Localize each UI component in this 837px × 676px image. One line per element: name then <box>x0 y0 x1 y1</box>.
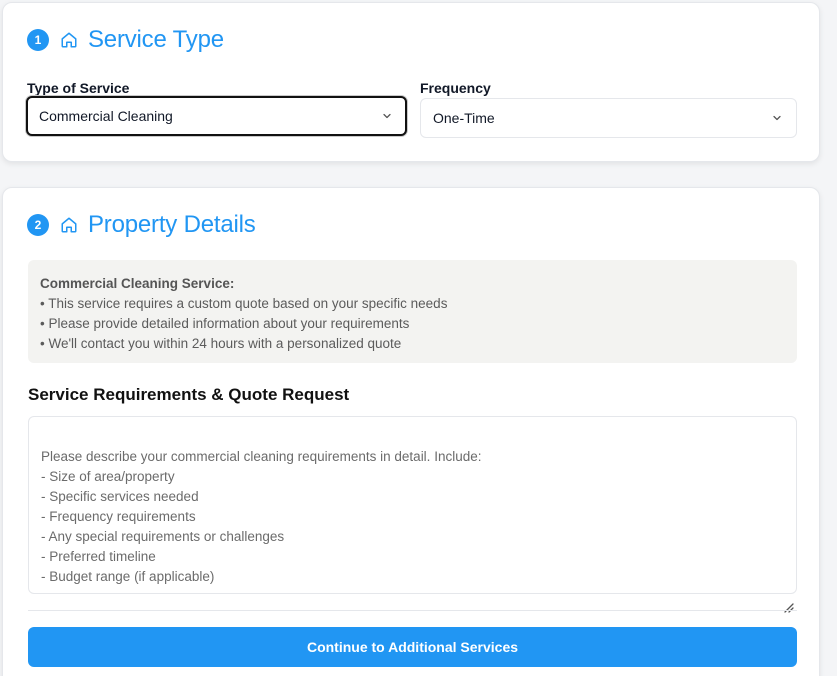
frequency-value: One-Time <box>433 110 495 126</box>
section-title: Service Type <box>88 26 224 53</box>
home-icon <box>59 215 79 235</box>
info-line: • This service requires a custom quote b… <box>40 296 448 311</box>
type-of-service-label: Type of Service <box>27 80 130 96</box>
service-type-header: 1 Service Type <box>27 25 224 55</box>
requirements-heading: Service Requirements & Quote Request <box>28 385 350 404</box>
commercial-info-box: Commercial Cleaning Service: • This serv… <box>28 260 797 363</box>
frequency-select[interactable]: One-Time <box>420 98 797 138</box>
info-line: • We'll contact you within 24 hours with… <box>40 336 402 351</box>
continue-button[interactable]: Continue to Additional Services <box>28 627 797 667</box>
section-title: Property Details <box>88 211 256 238</box>
frequency-label: Frequency <box>420 80 491 96</box>
chevron-down-icon <box>380 109 394 123</box>
info-title: Commercial Cleaning Service: <box>40 276 235 291</box>
step-badge: 2 <box>27 214 49 236</box>
type-of-service-select[interactable]: Commercial Cleaning <box>26 96 407 136</box>
type-of-service-value: Commercial Cleaning <box>39 108 173 124</box>
info-line: • Please provide detailed information ab… <box>40 316 410 331</box>
divider <box>28 610 797 611</box>
service-type-card: 1 Service Type Type of Service Commercia… <box>2 2 820 162</box>
booking-form-page: 1 Service Type Type of Service Commercia… <box>0 0 837 676</box>
property-details-card: 2 Property Details Commercial Cleaning S… <box>2 187 820 676</box>
property-details-header: 2 Property Details <box>27 210 256 240</box>
resize-handle-icon[interactable] <box>782 579 794 613</box>
home-icon <box>59 30 79 50</box>
chevron-down-icon <box>770 111 784 125</box>
textarea-placeholder: Please describe your commercial cleaning… <box>41 449 482 584</box>
requirements-textarea[interactable]: Please describe your commercial cleaning… <box>28 416 797 613</box>
step-badge: 1 <box>27 29 49 51</box>
